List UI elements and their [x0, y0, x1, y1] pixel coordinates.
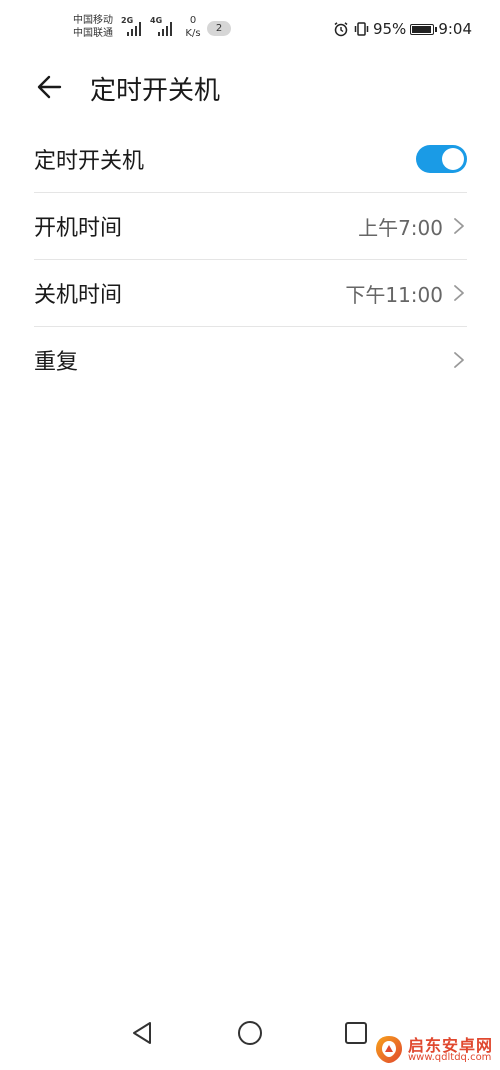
vibrate-icon — [354, 22, 369, 36]
back-triangle-icon — [133, 1022, 151, 1044]
speed-unit: K/s — [185, 28, 201, 39]
watermark-logo-icon — [376, 1036, 402, 1063]
power-off-time-row[interactable]: 关机时间 下午11:00 — [34, 260, 467, 327]
scheduled-power-toggle-row[interactable]: 定时开关机 — [34, 126, 467, 193]
battery-percent: 95% — [372, 20, 407, 38]
chevron-right-icon — [454, 352, 464, 368]
status-bar: 中国移动 中国联通 2G 4G 0 K/s 2 95% 9:04 — [0, 0, 500, 58]
nav-recents-button[interactable] — [341, 1018, 371, 1048]
app-header: 定时开关机 — [0, 58, 500, 118]
carrier-2-label: 中国联通 — [73, 28, 113, 39]
arrow-left-icon — [37, 75, 62, 99]
row-label: 重复 — [34, 350, 79, 375]
scheduled-power-toggle[interactable] — [416, 145, 467, 173]
watermark-url: www.qdltdq.com — [408, 1052, 492, 1063]
page-title: 定时开关机 — [90, 76, 221, 106]
power-on-time-row[interactable]: 开机时间 上午7:00 — [34, 193, 467, 260]
nav-home-button[interactable] — [235, 1018, 265, 1048]
network-speed: 0 K/s — [182, 14, 204, 40]
back-button[interactable] — [34, 71, 66, 103]
carrier-1-label: 中国移动 — [73, 15, 113, 26]
notification-count-badge: 2 — [207, 21, 231, 36]
row-label: 开机时间 — [34, 216, 123, 241]
nav-back-button[interactable] — [128, 1018, 158, 1048]
site-watermark: 启东安卓网 www.qdltdq.com — [372, 1030, 500, 1070]
toggle-knob — [442, 148, 464, 170]
chevron-right-icon — [454, 285, 464, 301]
alarm-icon — [334, 22, 348, 37]
speed-value: 0 — [189, 15, 197, 26]
recents-square-icon — [345, 1022, 367, 1044]
power-off-time-value: 下午11:00 — [345, 283, 443, 307]
row-label: 定时开关机 — [34, 149, 145, 174]
row-label: 关机时间 — [34, 283, 123, 308]
clock-time: 9:04 — [438, 20, 472, 38]
settings-list: 定时开关机 开机时间 上午7:00 关机时间 下午11:00 重复 — [34, 126, 467, 393]
battery-icon — [410, 23, 438, 35]
repeat-row[interactable]: 重复 — [34, 327, 467, 393]
carrier-names: 中国移动 中国联通 — [73, 14, 113, 40]
status-right-group: 95% 9:04 — [333, 19, 472, 39]
power-on-time-value: 上午7:00 — [358, 216, 443, 240]
chevron-right-icon — [454, 218, 464, 234]
home-circle-icon — [238, 1021, 262, 1045]
